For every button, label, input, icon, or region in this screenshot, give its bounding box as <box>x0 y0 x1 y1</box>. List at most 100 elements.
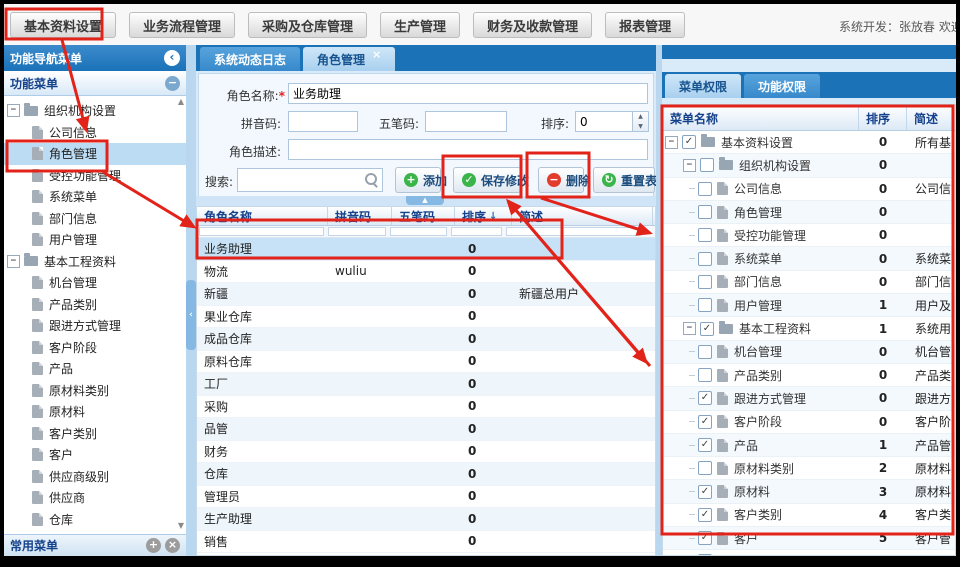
table-row[interactable]: 财务0 <box>197 441 655 464</box>
perm-column-header-2[interactable]: 简述 <box>907 105 955 130</box>
wubi-input[interactable] <box>425 111 507 132</box>
sidebar-item-13[interactable]: 原材料类别 <box>4 380 186 402</box>
permissions-tab-1[interactable]: 功能权限 <box>744 74 820 98</box>
delete-button[interactable]: −删除 <box>538 167 584 193</box>
table-row[interactable]: 工厂0 <box>197 373 655 396</box>
permission-row[interactable]: 受控功能管理0 <box>663 224 955 247</box>
checkbox-icon[interactable] <box>698 182 712 196</box>
sidebar-item-15[interactable]: 客户类别 <box>4 423 186 445</box>
column-header-1[interactable]: 拼音码 <box>328 207 392 225</box>
main-tab-0[interactable]: 系统动态日志 <box>200 47 300 71</box>
top-menu-item-2[interactable]: 采购及仓库管理 <box>248 12 367 38</box>
top-menu-item-3[interactable]: 生产管理 <box>380 12 460 38</box>
sidebar-item-8[interactable]: 机台管理 <box>4 272 186 294</box>
sidebar-item-16[interactable]: 客户 <box>4 444 186 466</box>
checkbox-icon[interactable] <box>698 252 712 266</box>
column-header-3[interactable]: 排序↓ <box>455 207 512 225</box>
expander-icon[interactable]: − <box>683 159 696 172</box>
sidebar-item-19[interactable]: 仓库 <box>4 509 186 531</box>
checkbox-icon[interactable]: ✓ <box>682 135 696 149</box>
splitter-collapse-up-handle[interactable]: ▲ <box>406 196 444 205</box>
filter-input-4[interactable] <box>506 227 641 236</box>
sidebar-item-5[interactable]: 部门信息 <box>4 208 186 230</box>
scroll-down-icon[interactable]: ▼ <box>178 521 184 530</box>
table-row[interactable]: 果业仓库0 <box>197 306 655 329</box>
top-menu-item-5[interactable]: 报表管理 <box>605 12 685 38</box>
sidebar-item-1[interactable]: 公司信息 <box>4 122 186 144</box>
sidebar-item-4[interactable]: 系统菜单 <box>4 186 186 208</box>
checkbox-icon[interactable] <box>698 368 712 382</box>
permission-row[interactable]: 角色管理0 <box>663 201 955 224</box>
save-button[interactable]: ✓保存修改 <box>453 167 521 193</box>
role-desc-input[interactable] <box>288 139 648 160</box>
tab-close-icon[interactable]: × <box>372 50 381 60</box>
main-tab-1[interactable]: 角色管理× <box>303 47 395 71</box>
permissions-tab-0[interactable]: 菜单权限 <box>665 74 741 98</box>
top-menu-item-0[interactable]: 基本资料设置 <box>10 12 116 38</box>
sidebar-item-6[interactable]: 用户管理 <box>4 229 186 251</box>
permission-row[interactable]: ✓客户阶段0客户阶 <box>663 411 955 434</box>
close-circle-icon[interactable]: × <box>165 538 180 553</box>
spin-down-icon[interactable]: ▼ <box>633 122 648 132</box>
scroll-up-icon[interactable]: ▲ <box>178 97 184 106</box>
spin-up-icon[interactable]: ▲ <box>633 112 648 122</box>
add-circle-icon[interactable]: + <box>146 538 161 553</box>
permission-row[interactable]: −✓基本工程资料1系统用 <box>663 317 955 340</box>
permission-row[interactable]: 产品类别0产品类 <box>663 364 955 387</box>
minus-circle-icon[interactable]: − <box>165 76 180 91</box>
permission-row[interactable]: 原材料类别2原材料 <box>663 457 955 480</box>
permission-row[interactable]: 机台管理0机台管 <box>663 341 955 364</box>
perm-column-header-1[interactable]: 排序 <box>859 105 907 130</box>
table-row[interactable]: 生产助理0 <box>197 508 655 531</box>
checkbox-icon[interactable]: ✓ <box>698 415 712 429</box>
checkbox-icon[interactable]: ✓ <box>700 322 714 336</box>
permission-row[interactable]: ✓原材料3原材料 <box>663 480 955 503</box>
filter-input-3[interactable] <box>451 227 502 236</box>
collapse-left-icon[interactable]: ‹ <box>164 50 180 66</box>
checkbox-icon[interactable]: ✓ <box>698 531 712 545</box>
expander-icon[interactable]: − <box>683 322 696 335</box>
checkbox-icon[interactable]: ✓ <box>698 391 712 405</box>
sidebar-item-7[interactable]: −基本工程资料 <box>4 251 186 273</box>
checkbox-icon[interactable] <box>698 228 712 242</box>
checkbox-icon[interactable] <box>698 345 712 359</box>
role-name-input[interactable] <box>288 83 648 104</box>
add-button[interactable]: +添加 <box>395 167 441 193</box>
expander-icon[interactable]: − <box>7 255 20 268</box>
top-menu-item-1[interactable]: 业务流程管理 <box>129 12 235 38</box>
table-row[interactable]: 成品仓库0 <box>197 328 655 351</box>
checkbox-icon[interactable] <box>700 158 714 172</box>
sidebar-item-14[interactable]: 原材料 <box>4 401 186 423</box>
table-row[interactable]: 新疆0新疆总用户 <box>197 283 655 306</box>
permission-row[interactable]: −组织机构设置0 <box>663 154 955 177</box>
splitter-collapse-handle[interactable]: ‹ <box>186 280 196 350</box>
checkbox-icon[interactable]: ✓ <box>698 438 712 452</box>
filter-input-0[interactable] <box>199 227 324 236</box>
checkbox-icon[interactable] <box>698 461 712 475</box>
permission-row[interactable]: ✓产品1产品管 <box>663 434 955 457</box>
sidebar-item-3[interactable]: 受控功能管理 <box>4 165 186 187</box>
permission-row[interactable]: −✓基本资料设置0所有基 <box>663 131 955 154</box>
permission-row[interactable]: 用户管理1用户及 <box>663 294 955 317</box>
permission-row[interactable]: ✓客户5客户管 <box>663 527 955 550</box>
pinyin-input[interactable] <box>288 111 358 132</box>
permission-row[interactable]: ✓客户类别4客户类 <box>663 504 955 527</box>
column-header-2[interactable]: 五笔码 <box>392 207 455 225</box>
horizontal-splitter[interactable]: ▲ <box>196 196 656 206</box>
sidebar-item-11[interactable]: 客户阶段 <box>4 337 186 359</box>
column-header-4[interactable]: 简述 <box>512 207 653 225</box>
filter-input-2[interactable] <box>390 227 447 236</box>
expander-icon[interactable]: − <box>7 104 20 117</box>
sidebar-item-18[interactable]: 供应商 <box>4 487 186 509</box>
perm-column-header-0[interactable]: 菜单名称 <box>663 105 859 130</box>
checkbox-icon[interactable] <box>698 205 712 219</box>
search-input[interactable] <box>237 168 383 192</box>
filter-input-1[interactable] <box>328 227 386 236</box>
permission-row[interactable]: 部门信息0部门信 <box>663 271 955 294</box>
table-row[interactable]: 销售0 <box>197 531 655 554</box>
checkbox-icon[interactable]: ✓ <box>698 508 712 522</box>
sidebar-item-0[interactable]: −组织机构设置 <box>4 100 186 122</box>
column-header-0[interactable]: 角色名称 <box>197 207 328 225</box>
table-row[interactable]: 原料仓库0 <box>197 351 655 374</box>
sidebar-item-17[interactable]: 供应商级别 <box>4 466 186 488</box>
